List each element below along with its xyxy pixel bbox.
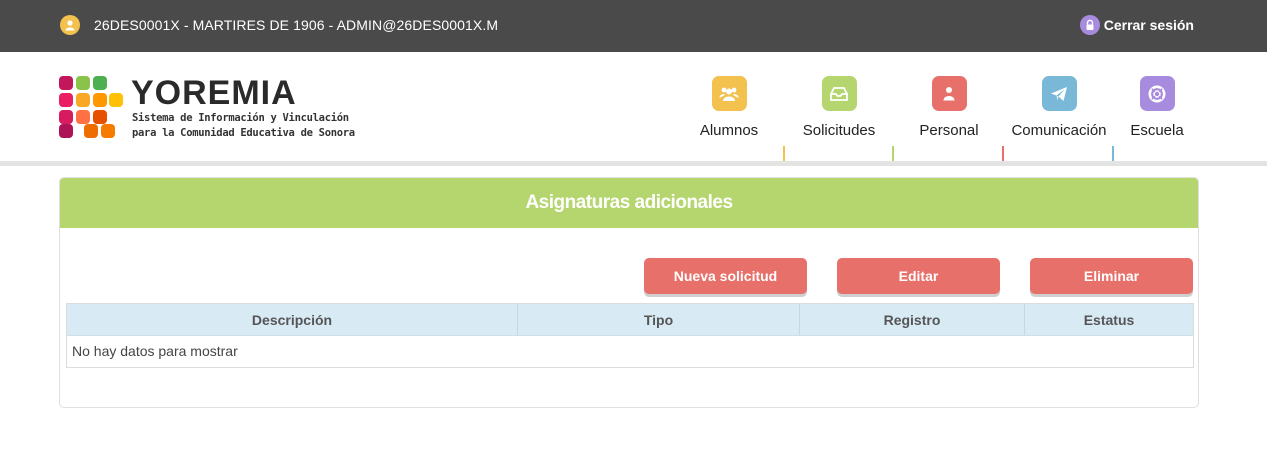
nav-item-alumnos[interactable]: Alumnos (674, 76, 784, 139)
nav-item-escuela[interactable]: Escuela (1102, 76, 1212, 139)
column-header-descripcion[interactable]: Descripción (67, 304, 518, 335)
empty-table-message: No hay datos para mostrar (72, 343, 238, 359)
nav-label-escuela: Escuela (1130, 122, 1184, 139)
panel-title: Asignaturas adicionales (60, 178, 1198, 228)
column-header-registro[interactable]: Registro (800, 304, 1025, 335)
delete-button[interactable]: Eliminar (1030, 258, 1193, 294)
logout-button[interactable]: Cerrar sesión (1079, 15, 1194, 35)
user-icon (60, 15, 80, 35)
column-header-tipo[interactable]: Tipo (518, 304, 800, 335)
nav-label-comunicacion: Comunicación (1011, 122, 1107, 139)
nav-separator (783, 146, 785, 161)
user-identity-text: 26DES0001X - MARTIRES DE 1906 - ADMIN@26… (94, 17, 499, 33)
lifebuoy-icon (1139, 76, 1175, 111)
nav-item-personal[interactable]: Personal (894, 76, 1004, 139)
data-table: Descripción Tipo Registro Estatus No hay… (66, 303, 1194, 368)
paper-plane-icon (1041, 76, 1077, 111)
nav-separator (892, 146, 894, 161)
main-nav: Alumnos Solicitudes Personal Comunicació… (0, 76, 1267, 161)
asignaturas-panel: Asignaturas adicionales Nueva solicitud … (59, 177, 1199, 408)
users-icon (711, 76, 747, 111)
nav-item-comunicacion[interactable]: Comunicación (1004, 76, 1114, 139)
inbox-icon (821, 76, 857, 111)
nav-label-personal: Personal (919, 122, 979, 139)
user-info: 26DES0001X - MARTIRES DE 1906 - ADMIN@26… (60, 15, 498, 35)
edit-button[interactable]: Editar (837, 258, 1000, 294)
nav-label-solicitudes: Solicitudes (802, 122, 876, 139)
nav-separator (1002, 146, 1004, 161)
column-header-estatus[interactable]: Estatus (1025, 304, 1193, 335)
lock-icon (1079, 15, 1100, 35)
top-bar: 26DES0001X - MARTIRES DE 1906 - ADMIN@26… (0, 0, 1267, 52)
header-divider (0, 161, 1267, 166)
nav-label-alumnos: Alumnos (699, 122, 759, 139)
nav-item-solicitudes[interactable]: Solicitudes (784, 76, 894, 139)
person-icon (931, 76, 967, 111)
header: YOREMIA Sistema de Información y Vincula… (0, 52, 1267, 161)
nav-separator (1112, 146, 1114, 161)
new-request-button[interactable]: Nueva solicitud (644, 258, 807, 294)
logout-label: Cerrar sesión (1103, 17, 1194, 33)
table-header: Descripción Tipo Registro Estatus (67, 304, 1193, 336)
